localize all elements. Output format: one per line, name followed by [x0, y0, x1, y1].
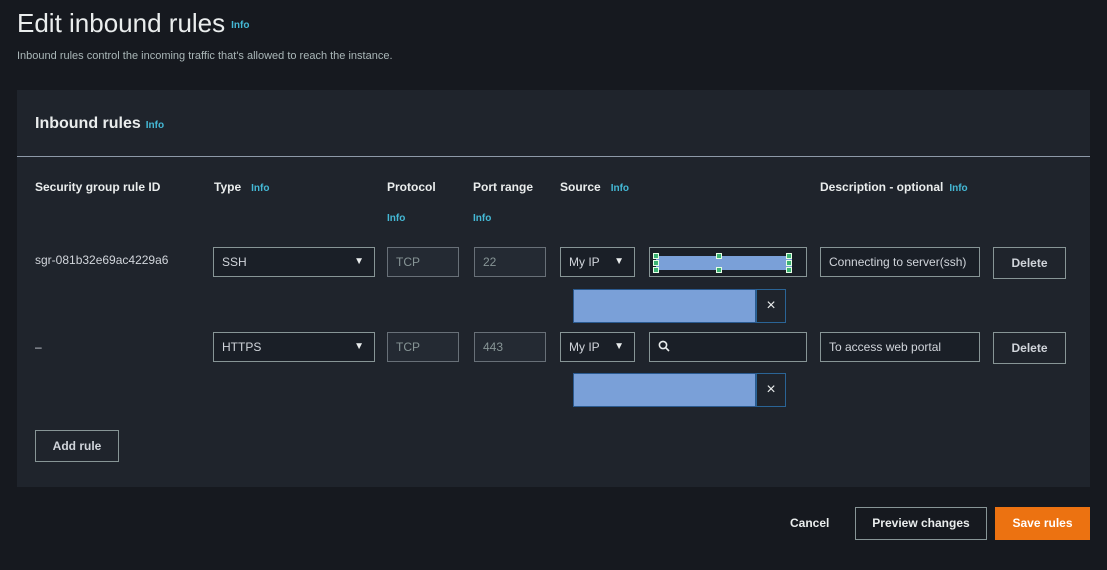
panel-title: Inbound rules Info: [35, 115, 165, 132]
caret-down-icon: ▼: [614, 256, 624, 267]
inbound-rules-panel: Inbound rules Info Security group rule ID…: [17, 90, 1090, 487]
source-select[interactable]: My IP ▼: [560, 247, 635, 277]
description-input[interactable]: Connecting to server(ssh): [820, 247, 980, 277]
source-search-input[interactable]: [649, 332, 807, 362]
selected-text-highlight: [656, 256, 792, 270]
header-type: Type Info: [214, 180, 270, 194]
source-info-link[interactable]: Info: [611, 183, 629, 194]
selection-handle[interactable]: [786, 260, 792, 266]
selection-handle[interactable]: [786, 253, 792, 259]
panel-title-info-link[interactable]: Info: [146, 120, 164, 131]
selection-handle[interactable]: [786, 267, 792, 273]
caret-down-icon: ▼: [354, 341, 364, 352]
description-info-link[interactable]: Info: [949, 183, 967, 194]
page-title: Edit inbound rules Info: [17, 8, 250, 38]
source-token-redacted: [573, 373, 756, 407]
caret-down-icon: ▼: [354, 256, 364, 267]
cancel-button[interactable]: Cancel: [790, 516, 829, 530]
rule-id: sgr-081b32e69ac4229a6: [35, 253, 169, 267]
header-port-range: Port range: [473, 180, 534, 194]
type-select[interactable]: HTTPS ▼: [213, 332, 375, 362]
panel-divider: [17, 156, 1090, 157]
header-description: Description - optional Info: [820, 180, 968, 194]
port-range-field: 443: [474, 332, 546, 362]
header-protocol: Protocol: [387, 180, 436, 194]
page-title-info-link[interactable]: Info: [231, 20, 249, 31]
delete-rule-button[interactable]: Delete: [993, 247, 1066, 279]
type-select[interactable]: SSH ▼: [213, 247, 375, 277]
port-info-link[interactable]: Info: [473, 213, 491, 224]
close-icon[interactable]: ×: [756, 289, 786, 323]
delete-rule-button[interactable]: Delete: [993, 332, 1066, 364]
rule-id: –: [35, 340, 42, 354]
selection-handle[interactable]: [716, 253, 722, 259]
selection-handle[interactable]: [716, 267, 722, 273]
save-rules-button[interactable]: Save rules: [995, 507, 1090, 540]
selection-handle[interactable]: [653, 260, 659, 266]
protocol-field: TCP: [387, 247, 459, 277]
header-rule-id: Security group rule ID: [35, 180, 161, 194]
search-icon: [658, 340, 670, 352]
source-select[interactable]: My IP ▼: [560, 332, 635, 362]
source-token-redacted: [573, 289, 756, 323]
selection-handle[interactable]: [653, 253, 659, 259]
preview-changes-button[interactable]: Preview changes: [855, 507, 987, 540]
description-input[interactable]: To access web portal: [820, 332, 980, 362]
add-rule-button[interactable]: Add rule: [35, 430, 119, 462]
page-subtitle: Inbound rules control the incoming traff…: [17, 50, 393, 62]
close-icon[interactable]: ×: [756, 373, 786, 407]
type-info-link[interactable]: Info: [251, 183, 269, 194]
source-cidr-input[interactable]: [649, 247, 807, 277]
protocol-field: TCP: [387, 332, 459, 362]
selection-handle[interactable]: [653, 267, 659, 273]
protocol-info-link[interactable]: Info: [387, 213, 405, 224]
port-range-field: 22: [474, 247, 546, 277]
header-source: Source Info: [560, 180, 630, 194]
caret-down-icon: ▼: [614, 341, 624, 352]
